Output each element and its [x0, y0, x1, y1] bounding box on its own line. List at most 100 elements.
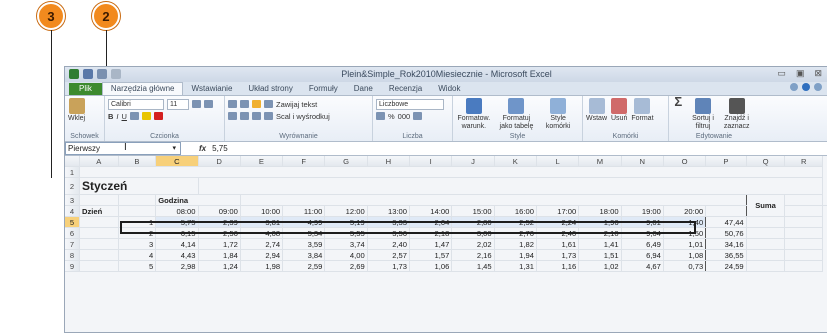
column-header[interactable]: M — [579, 156, 621, 167]
row-header[interactable]: 2 — [65, 178, 79, 195]
cell[interactable] — [79, 167, 822, 178]
column-header[interactable]: B — [118, 156, 155, 167]
cell[interactable] — [79, 261, 118, 272]
day-cell[interactable]: 3 — [118, 239, 155, 250]
value-cell[interactable]: 9,01 — [621, 217, 663, 228]
column-header-selected[interactable]: C — [156, 156, 198, 167]
italic-icon[interactable]: I — [116, 112, 118, 121]
cell[interactable] — [785, 217, 823, 228]
formula-input[interactable]: 5,75 — [212, 144, 228, 153]
column-header[interactable]: H — [367, 156, 409, 167]
align-center-icon[interactable] — [240, 112, 249, 120]
cell[interactable] — [746, 250, 785, 261]
align-middle-icon[interactable] — [240, 100, 249, 108]
minimize-ribbon-icon[interactable] — [790, 83, 798, 91]
value-cell[interactable]: 1,72 — [198, 239, 240, 250]
hour-header[interactable]: 12:00 — [325, 206, 367, 217]
window-min-icon[interactable] — [814, 83, 822, 91]
value-cell[interactable]: 1,06 — [410, 261, 452, 272]
value-cell[interactable]: 3,81 — [240, 217, 282, 228]
value-cell[interactable]: 3,84 — [283, 250, 325, 261]
paste-button[interactable]: Wklej — [68, 98, 85, 123]
column-header[interactable]: Q — [746, 156, 785, 167]
cell[interactable] — [79, 217, 118, 228]
column-header[interactable]: D — [198, 156, 240, 167]
value-cell[interactable]: 1,31 — [494, 261, 536, 272]
font-color-icon[interactable] — [154, 112, 163, 120]
minimize-icon[interactable]: ▭ — [777, 68, 786, 79]
value-cell[interactable]: 5,34 — [283, 228, 325, 239]
cell[interactable] — [746, 217, 785, 228]
cell[interactable] — [240, 195, 746, 206]
grow-font-icon[interactable] — [192, 100, 201, 108]
value-cell[interactable]: 2,74 — [240, 239, 282, 250]
value-cell[interactable]: 4,43 — [156, 250, 198, 261]
value-cell[interactable]: 2,40 — [367, 239, 409, 250]
value-cell[interactable]: 2,39 — [198, 217, 240, 228]
hour-header[interactable]: 08:00 — [156, 206, 198, 217]
value-cell[interactable]: 2,70 — [494, 228, 536, 239]
function-icon[interactable]: fx — [199, 144, 206, 153]
sum-cell[interactable]: 24,59 — [706, 261, 746, 272]
hour-header[interactable]: 18:00 — [579, 206, 621, 217]
column-header[interactable]: J — [452, 156, 494, 167]
number-format-select[interactable]: Liczbowe — [376, 99, 444, 110]
row-header[interactable]: 8 — [65, 250, 79, 261]
hour-header[interactable]: 17:00 — [536, 206, 578, 217]
comma-icon[interactable]: 000 — [398, 112, 411, 121]
borders-icon[interactable] — [130, 112, 139, 120]
wrap-text-button[interactable]: Zawijaj tekst — [276, 100, 317, 109]
cell[interactable] — [706, 206, 746, 217]
column-header[interactable]: G — [325, 156, 367, 167]
tab-review[interactable]: Recenzja — [381, 83, 430, 95]
worksheet-grid[interactable]: A B C D E F G H I J K L M N O P Q R 1 — [65, 156, 827, 272]
value-cell[interactable]: 2,69 — [325, 261, 367, 272]
column-header[interactable]: F — [283, 156, 325, 167]
value-cell[interactable]: 5,19 — [325, 217, 367, 228]
cell[interactable] — [823, 195, 827, 206]
day-cell[interactable]: 5 — [118, 261, 155, 272]
row-header[interactable]: 1 — [65, 167, 79, 178]
value-cell[interactable]: 1,08 — [663, 250, 705, 261]
value-cell[interactable]: 2,04 — [410, 217, 452, 228]
value-cell[interactable]: 1,01 — [663, 239, 705, 250]
value-cell[interactable]: 4,00 — [325, 250, 367, 261]
cell[interactable] — [118, 195, 155, 206]
value-cell[interactable]: 2,57 — [367, 250, 409, 261]
row-header[interactable]: 9 — [65, 261, 79, 272]
value-cell[interactable]: 2,02 — [452, 239, 494, 250]
cell[interactable] — [785, 239, 823, 250]
value-cell[interactable]: 6,94 — [621, 250, 663, 261]
value-cell[interactable]: 1,16 — [536, 261, 578, 272]
value-cell[interactable]: 1,61 — [536, 239, 578, 250]
hour-header[interactable]: 09:00 — [198, 206, 240, 217]
tab-page-layout[interactable]: Układ strony — [240, 83, 300, 95]
value-cell[interactable]: 9,64 — [621, 228, 663, 239]
underline-icon[interactable]: U — [122, 112, 127, 121]
value-cell[interactable]: 4,99 — [283, 217, 325, 228]
value-cell[interactable]: 2,16 — [452, 250, 494, 261]
fill-color-icon[interactable] — [142, 112, 151, 120]
value-cell[interactable]: 6,49 — [621, 239, 663, 250]
align-right-icon[interactable] — [252, 112, 261, 120]
align-top-icon[interactable] — [228, 100, 237, 108]
bold-icon[interactable]: B — [108, 112, 113, 121]
godzina-label[interactable]: Godzina — [156, 195, 241, 206]
cell[interactable] — [785, 228, 823, 239]
value-cell[interactable]: 3,33 — [367, 217, 409, 228]
day-cell[interactable]: 2 — [118, 228, 155, 239]
help-icon[interactable] — [802, 83, 810, 91]
value-cell[interactable]: 1,94 — [494, 250, 536, 261]
value-cell[interactable]: 3,74 — [325, 239, 367, 250]
sum-cell[interactable]: 36,55 — [706, 250, 746, 261]
row-header[interactable]: 5 — [65, 217, 79, 228]
value-cell[interactable]: 0,73 — [663, 261, 705, 272]
sum-cell[interactable]: 50,76 — [706, 228, 746, 239]
tab-insert[interactable]: Wstawianie — [183, 83, 240, 95]
indent-icon[interactable] — [264, 112, 273, 120]
value-cell[interactable]: 6,15 — [156, 228, 198, 239]
column-header[interactable]: L — [536, 156, 578, 167]
column-header[interactable]: R — [785, 156, 823, 167]
value-cell[interactable]: 1,73 — [367, 261, 409, 272]
cell[interactable] — [79, 250, 118, 261]
